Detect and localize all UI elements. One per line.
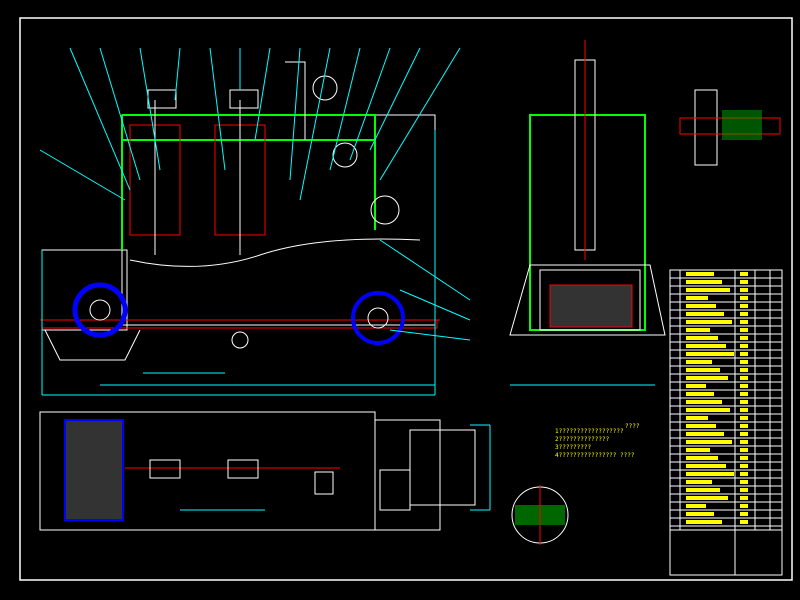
table-cell-mark bbox=[740, 424, 748, 428]
table-cell-mark bbox=[740, 416, 748, 420]
detail-section bbox=[511, 485, 569, 545]
mesh-screen bbox=[549, 284, 633, 328]
table-cell-mark bbox=[686, 360, 712, 364]
table-cell-mark bbox=[686, 280, 722, 284]
table-cell-mark bbox=[686, 424, 716, 428]
table-cell-mark bbox=[740, 472, 748, 476]
table-cell-mark bbox=[740, 392, 748, 396]
note-line: 2?????????????? bbox=[555, 436, 610, 443]
table-cell-mark bbox=[686, 496, 728, 500]
table-cell-mark bbox=[686, 456, 718, 460]
table-cell-mark bbox=[740, 488, 748, 492]
table-cell-mark bbox=[686, 312, 724, 316]
table-cell-mark bbox=[740, 520, 748, 524]
table-cell-mark bbox=[740, 384, 748, 388]
table-cell-mark bbox=[686, 512, 714, 516]
table-cell-mark bbox=[686, 344, 726, 348]
table-cell-mark bbox=[686, 304, 716, 308]
table-cell-mark bbox=[740, 408, 748, 412]
table-cell-mark bbox=[740, 312, 748, 316]
table-cell-mark bbox=[686, 520, 722, 524]
table-cell-mark bbox=[740, 320, 748, 324]
table-cell-mark bbox=[740, 400, 748, 404]
table-cell-mark bbox=[686, 416, 708, 420]
table-cell-mark bbox=[686, 472, 734, 476]
table-cell-mark bbox=[740, 352, 748, 356]
table-cell-mark bbox=[686, 488, 720, 492]
note-line: 4???????????????? ???? bbox=[555, 452, 635, 459]
drawing-border bbox=[19, 17, 793, 581]
table-cell-mark bbox=[686, 464, 726, 468]
table-cell-mark bbox=[686, 376, 728, 380]
table-cell-mark bbox=[740, 496, 748, 500]
side-view bbox=[509, 40, 666, 386]
table-cell-mark bbox=[686, 320, 732, 324]
plan-view bbox=[39, 411, 491, 531]
table-cell-mark bbox=[740, 272, 748, 276]
leader-lines bbox=[39, 47, 471, 341]
table-cell-mark bbox=[740, 280, 748, 284]
cad-drawing-canvas: ???? 1?????????????????? 2??????????????… bbox=[19, 17, 793, 581]
table-cell-mark bbox=[686, 400, 722, 404]
table-cell-mark bbox=[740, 504, 748, 508]
table-cell-mark bbox=[740, 480, 748, 484]
detail-hub bbox=[679, 89, 781, 166]
table-cell-mark bbox=[686, 392, 714, 396]
note-line: 3????????? bbox=[555, 444, 592, 451]
table-cell-mark bbox=[686, 288, 730, 292]
table-cell-mark bbox=[686, 440, 732, 444]
dimension-lines bbox=[41, 130, 436, 396]
table-cell-mark bbox=[740, 456, 748, 460]
table-cell-mark bbox=[740, 328, 748, 332]
table-cell-mark bbox=[740, 368, 748, 372]
table-cell-mark bbox=[740, 336, 748, 340]
frame-top bbox=[122, 114, 376, 141]
drive-wheel-right bbox=[351, 291, 405, 345]
table-cell-mark bbox=[686, 368, 720, 372]
table-cell-mark bbox=[686, 432, 724, 436]
table-cell-mark bbox=[686, 408, 730, 412]
notes-heading: ???? bbox=[625, 423, 640, 430]
table-cell-mark bbox=[686, 296, 708, 300]
plan-mesh bbox=[64, 419, 124, 521]
technical-notes: ???? 1?????????????????? 2??????????????… bbox=[555, 423, 640, 459]
table-cell-mark bbox=[740, 344, 748, 348]
table-cell-mark bbox=[686, 480, 712, 484]
table-cell-mark bbox=[740, 448, 748, 452]
table-cell-mark bbox=[686, 336, 718, 340]
table-cell-mark bbox=[740, 432, 748, 436]
table-cell-mark bbox=[686, 352, 734, 356]
table-cell-mark bbox=[686, 272, 714, 276]
note-line: 1?????????????????? bbox=[555, 428, 624, 435]
table-cell-mark bbox=[686, 328, 710, 332]
front-view bbox=[39, 47, 471, 396]
table-cell-mark bbox=[686, 448, 710, 452]
table-cell-mark bbox=[686, 504, 706, 508]
table-cell-mark bbox=[740, 376, 748, 380]
table-cell-mark bbox=[686, 384, 706, 388]
table-cell-mark bbox=[740, 360, 748, 364]
table-cell-mark bbox=[740, 304, 748, 308]
table-cell-mark bbox=[740, 296, 748, 300]
table-cell-mark bbox=[740, 440, 748, 444]
table-cell-mark bbox=[740, 512, 748, 516]
table-cell-mark bbox=[740, 464, 748, 468]
table-cell-mark bbox=[740, 288, 748, 292]
